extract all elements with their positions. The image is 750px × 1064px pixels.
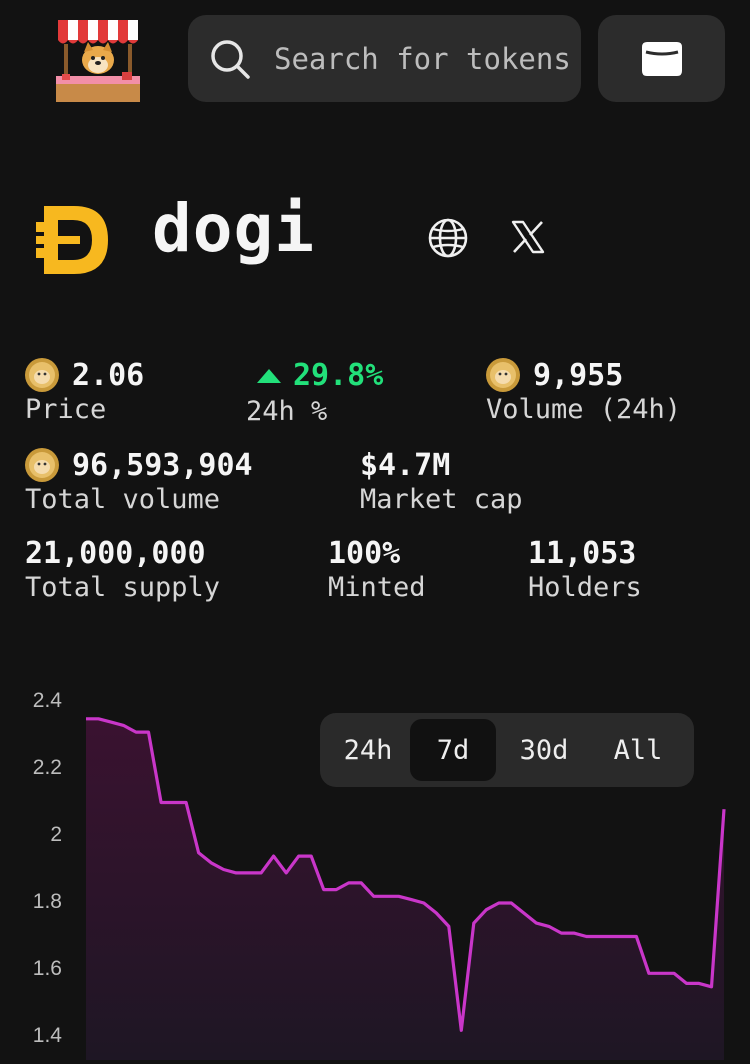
dogi-d-logo-icon [36,206,108,274]
wallet-icon [641,41,682,76]
triangle-up-icon [257,369,281,383]
y-tick-label: 1.8 [32,890,62,913]
price-value: 2.06 [72,358,145,393]
market-cap-label: Market cap [360,484,523,515]
volume-24h-label: Volume (24h) [486,394,682,425]
doge-coin-icon [486,358,520,392]
y-tick-label: 2 [50,823,62,846]
search-icon [211,39,250,79]
range-selector: 24h 7d 30d All [320,713,694,787]
price-label: Price [25,394,107,425]
x-logo-icon [511,220,545,254]
range-button-7d[interactable]: 7d [410,719,496,781]
globe-icon [428,218,468,258]
holders-value: 11,053 [528,536,637,571]
token-name: dogi [152,190,315,267]
holders-label: Holders [528,572,642,603]
change-24h-value: 29.8% [293,358,384,393]
range-button-24h[interactable]: 24h [326,719,410,781]
doge-coin-icon [25,358,59,392]
wallet-button[interactable] [598,15,725,102]
total-supply-value: 21,000,000 [25,536,206,571]
shiba-market-stall-icon [56,20,140,102]
y-tick-label: 1.6 [32,957,62,980]
range-button-all[interactable]: All [592,719,684,781]
y-tick-label: 2.2 [32,756,62,779]
token-logo [36,206,108,274]
search-bar[interactable] [188,15,581,102]
doge-coin-icon [25,448,59,482]
total-supply-label: Total supply [25,572,221,603]
search-input[interactable] [274,41,574,76]
total-volume-value: 96,593,904 [72,448,253,483]
minted-label: Minted [328,572,426,603]
range-button-30d[interactable]: 30d [496,719,592,781]
volume-24h-value: 9,955 [533,358,624,393]
x-social-link[interactable] [510,219,546,255]
market-cap-value: $4.7M [360,448,451,483]
minted-value: 100% [328,536,401,571]
y-tick-label: 2.4 [32,689,62,712]
change-24h-label: 24h % [246,396,328,427]
total-volume-label: Total volume [25,484,221,515]
y-tick-label: 1.4 [32,1024,62,1047]
app-logo[interactable] [52,14,144,104]
website-link[interactable] [427,217,469,259]
